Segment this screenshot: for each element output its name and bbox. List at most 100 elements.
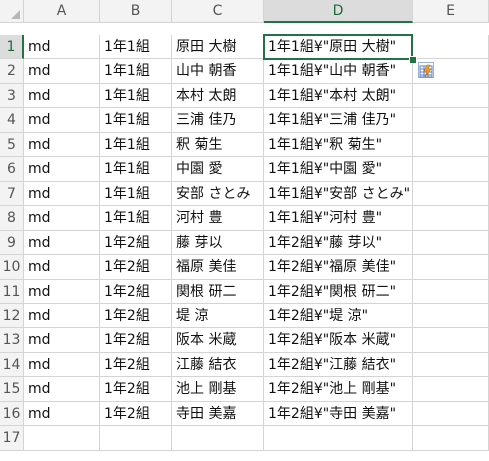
grid-cell[interactable]: 1年1組 <box>100 133 172 157</box>
grid-cell[interactable]: md <box>24 402 100 426</box>
column-header-d[interactable]: D <box>264 0 413 23</box>
select-all-button[interactable] <box>0 0 24 23</box>
grid-cell[interactable]: md <box>24 59 100 84</box>
grid-cell[interactable]: 福原 美佳 <box>172 255 264 280</box>
grid-cell[interactable]: 1年1組 <box>100 108 172 133</box>
row-header[interactable]: 16 <box>0 402 24 426</box>
grid-cell[interactable]: md <box>24 133 100 157</box>
row-header[interactable]: 7 <box>0 182 24 206</box>
grid-cell[interactable]: 原田 大樹 <box>172 35 264 59</box>
grid-cell[interactable]: 1年1組¥"原田 大樹" <box>264 35 413 59</box>
grid-cell[interactable]: md <box>24 304 100 328</box>
grid-cell[interactable] <box>413 377 489 402</box>
grid-cell[interactable]: 1年2組¥"阪本 米蔵" <box>264 328 413 353</box>
spreadsheet-grid[interactable]: A B C D E 1 md 1年1組 原田 大樹 1年1組¥"原田 大樹" 2 md 1年1組 山中 朝… <box>0 0 489 461</box>
grid-cell[interactable]: md <box>24 84 100 108</box>
grid-cell[interactable]: 1年2組¥"池上 剛基" <box>264 377 413 402</box>
grid-cell[interactable]: md <box>24 328 100 353</box>
grid-cell[interactable]: md <box>24 35 100 59</box>
grid-cell[interactable]: md <box>24 182 100 206</box>
grid-cell[interactable]: 1年1組 <box>100 182 172 206</box>
grid-cell[interactable] <box>413 108 489 133</box>
grid-cell[interactable]: 河村 豊 <box>172 206 264 231</box>
grid-cell[interactable]: md <box>24 377 100 402</box>
grid-cell[interactable]: 1年2組 <box>100 304 172 328</box>
grid-cell[interactable]: 藤 芽以 <box>172 231 264 255</box>
grid-cell[interactable]: 1年1組 <box>100 59 172 84</box>
grid-cell[interactable]: md <box>24 206 100 231</box>
autofill-options-icon[interactable] <box>418 62 434 78</box>
row-header[interactable]: 11 <box>0 280 24 304</box>
grid-cell[interactable]: 1年1組 <box>100 157 172 182</box>
fill-handle[interactable] <box>409 56 417 64</box>
row-header[interactable]: 8 <box>0 206 24 231</box>
row-header[interactable]: 12 <box>0 304 24 328</box>
row-header[interactable]: 2 <box>0 59 24 84</box>
grid-cell[interactable] <box>413 182 489 206</box>
grid-cell[interactable]: 1年2組 <box>100 328 172 353</box>
grid-cell[interactable]: 釈 菊生 <box>172 133 264 157</box>
grid-cell[interactable]: 1年2組 <box>100 280 172 304</box>
grid-cell[interactable] <box>413 133 489 157</box>
grid-cell[interactable] <box>413 353 489 377</box>
grid-cell[interactable]: 山中 朝香 <box>172 59 264 84</box>
row-header[interactable]: 3 <box>0 84 24 108</box>
grid-cell[interactable]: 寺田 美嘉 <box>172 402 264 426</box>
grid-cell[interactable] <box>413 304 489 328</box>
grid-cell[interactable]: md <box>24 108 100 133</box>
row-header[interactable]: 10 <box>0 255 24 280</box>
grid-cell[interactable] <box>413 206 489 231</box>
grid-cell[interactable] <box>413 280 489 304</box>
grid-cell[interactable]: 1年1組 <box>100 35 172 59</box>
grid-cell[interactable] <box>413 255 489 280</box>
column-header-a[interactable]: A <box>24 0 100 23</box>
grid-cell[interactable]: 1年2組¥"江藤 結衣" <box>264 353 413 377</box>
grid-cell[interactable] <box>264 426 413 451</box>
grid-cell[interactable]: 三浦 佳乃 <box>172 108 264 133</box>
column-header-e[interactable]: E <box>413 0 489 23</box>
grid-cell[interactable]: 堤 涼 <box>172 304 264 328</box>
grid-cell[interactable]: md <box>24 157 100 182</box>
grid-cell[interactable] <box>413 84 489 108</box>
column-header-b[interactable]: B <box>100 0 172 23</box>
grid-cell[interactable]: 1年1組¥"山中 朝香" <box>264 59 413 84</box>
grid-cell[interactable]: 中園 愛 <box>172 157 264 182</box>
grid-cell[interactable]: 1年1組¥"本村 太朗" <box>264 84 413 108</box>
grid-cell[interactable]: 池上 剛基 <box>172 377 264 402</box>
grid-cell[interactable]: 1年1組¥"中園 愛" <box>264 157 413 182</box>
row-header[interactable]: 9 <box>0 231 24 255</box>
grid-cell[interactable] <box>413 35 489 59</box>
grid-cell[interactable] <box>413 328 489 353</box>
row-header[interactable]: 13 <box>0 328 24 353</box>
grid-cell[interactable]: 1年2組 <box>100 231 172 255</box>
grid-cell[interactable] <box>100 426 172 451</box>
row-header[interactable]: 17 <box>0 426 24 451</box>
grid-cell[interactable]: 1年1組¥"河村 豊" <box>264 206 413 231</box>
grid-cell[interactable]: md <box>24 353 100 377</box>
grid-cell[interactable]: 1年1組¥"釈 菊生" <box>264 133 413 157</box>
grid-cell[interactable]: 1年1組 <box>100 206 172 231</box>
row-header[interactable]: 14 <box>0 353 24 377</box>
grid-cell[interactable]: 1年2組 <box>100 353 172 377</box>
grid-cell[interactable]: md <box>24 231 100 255</box>
grid-cell[interactable]: 1年1組¥"三浦 佳乃" <box>264 108 413 133</box>
row-header[interactable]: 6 <box>0 157 24 182</box>
grid-cell[interactable]: md <box>24 255 100 280</box>
grid-cell[interactable] <box>413 402 489 426</box>
grid-cell[interactable]: 1年2組¥"藤 芽以" <box>264 231 413 255</box>
grid-cell[interactable]: 1年2組¥"関根 研二" <box>264 280 413 304</box>
grid-cell[interactable] <box>172 426 264 451</box>
grid-cell[interactable]: 1年2組 <box>100 255 172 280</box>
grid-cell[interactable]: 1年2組 <box>100 377 172 402</box>
row-header[interactable]: 15 <box>0 377 24 402</box>
grid-cell[interactable] <box>413 426 489 451</box>
grid-cell[interactable]: 本村 太朗 <box>172 84 264 108</box>
row-header[interactable]: 4 <box>0 108 24 133</box>
grid-cell[interactable]: 安部 さとみ <box>172 182 264 206</box>
grid-cell[interactable] <box>413 157 489 182</box>
grid-cell[interactable]: 1年2組¥"堤 涼" <box>264 304 413 328</box>
grid-cell[interactable]: 1年2組¥"福原 美佳" <box>264 255 413 280</box>
grid-cell[interactable]: 関根 研二 <box>172 280 264 304</box>
grid-cell[interactable]: 1年1組 <box>100 84 172 108</box>
grid-cell[interactable]: md <box>24 280 100 304</box>
